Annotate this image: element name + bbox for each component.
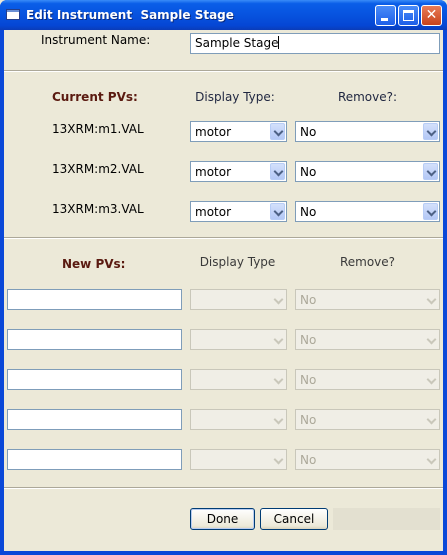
chevron-down-icon[interactable] [270,451,285,468]
chevron-down-icon[interactable] [270,411,285,428]
remove-value: No [300,205,317,219]
remove-value: No [300,373,317,387]
new-remove-header: Remove? [339,255,396,269]
remove-value: No [300,165,317,179]
chevron-down-icon[interactable] [423,451,438,468]
status-area [333,508,440,530]
divider [4,487,443,489]
new-pv-input[interactable] [7,409,182,430]
instrument-name-label: Instrument Name: [41,33,151,47]
chevron-down-icon[interactable] [270,163,285,180]
display-type-select[interactable]: motor [190,161,287,182]
new-pvs-heading: New PVs: [62,257,126,271]
new-remove-select[interactable]: No [295,449,440,470]
new-remove-select[interactable]: No [295,289,440,310]
chevron-down-icon[interactable] [270,123,285,140]
current-pvs-heading: Current PVs: [52,90,138,104]
remove-header: Remove?: [337,90,398,104]
display-type-header: Display Type: [195,90,275,104]
display-type-value: motor [195,165,232,179]
text-caret [278,36,280,49]
remove-value: No [300,293,317,307]
remove-value: No [300,125,317,139]
new-display-type-select[interactable] [190,289,287,310]
remove-value: No [300,333,317,347]
new-display-type-select[interactable] [190,329,287,350]
chevron-down-icon[interactable] [423,123,438,140]
display-type-value: motor [195,125,232,139]
display-type-value: motor [195,205,232,219]
done-button[interactable]: Done [190,508,255,530]
close-button[interactable]: ✕ [421,5,442,26]
chevron-down-icon[interactable] [270,291,285,308]
new-pv-input[interactable] [7,289,182,310]
new-remove-select[interactable]: No [295,409,440,430]
display-type-select[interactable]: motor [190,121,287,142]
maximize-button[interactable] [398,5,419,26]
instrument-name-input[interactable]: Sample Stage [190,33,440,54]
dialog-window: Edit Instrument Sample Stage ✕ Instrumen… [0,0,447,555]
new-pv-input[interactable] [7,369,182,390]
divider [4,70,443,72]
instrument-name-value: Sample Stage [195,36,279,50]
chevron-down-icon[interactable] [423,371,438,388]
remove-value: No [300,413,317,427]
chevron-down-icon[interactable] [270,331,285,348]
chevron-down-icon[interactable] [423,163,438,180]
window-title: Edit Instrument Sample Stage [26,8,234,22]
new-display-type-select[interactable] [190,409,287,430]
chevron-down-icon[interactable] [423,411,438,428]
close-icon: ✕ [425,7,438,23]
remove-select[interactable]: No [295,161,440,182]
minimize-button[interactable] [375,5,396,26]
window-icon [6,9,20,20]
remove-select[interactable]: No [295,201,440,222]
chevron-down-icon[interactable] [423,331,438,348]
new-remove-select[interactable]: No [295,329,440,350]
current-pv-label: 13XRM:m2.VAL [52,162,144,176]
current-pv-label: 13XRM:m1.VAL [52,122,144,136]
new-display-type-header: Display Type [199,255,276,269]
chevron-down-icon[interactable] [423,203,438,220]
display-type-select[interactable]: motor [190,201,287,222]
divider [4,237,443,239]
remove-select[interactable]: No [295,121,440,142]
new-pv-input[interactable] [7,329,182,350]
chevron-down-icon[interactable] [423,291,438,308]
dialog-body: Instrument Name: Sample Stage Current PV… [4,30,443,551]
new-display-type-select[interactable] [190,369,287,390]
chevron-down-icon[interactable] [270,203,285,220]
new-display-type-select[interactable] [190,449,287,470]
new-remove-select[interactable]: No [295,369,440,390]
cancel-button[interactable]: Cancel [260,508,328,530]
remove-value: No [300,453,317,467]
current-pv-label: 13XRM:m3.VAL [52,202,144,216]
chevron-down-icon[interactable] [270,371,285,388]
title-bar[interactable]: Edit Instrument Sample Stage ✕ [0,0,447,30]
new-pv-input[interactable] [7,449,182,470]
